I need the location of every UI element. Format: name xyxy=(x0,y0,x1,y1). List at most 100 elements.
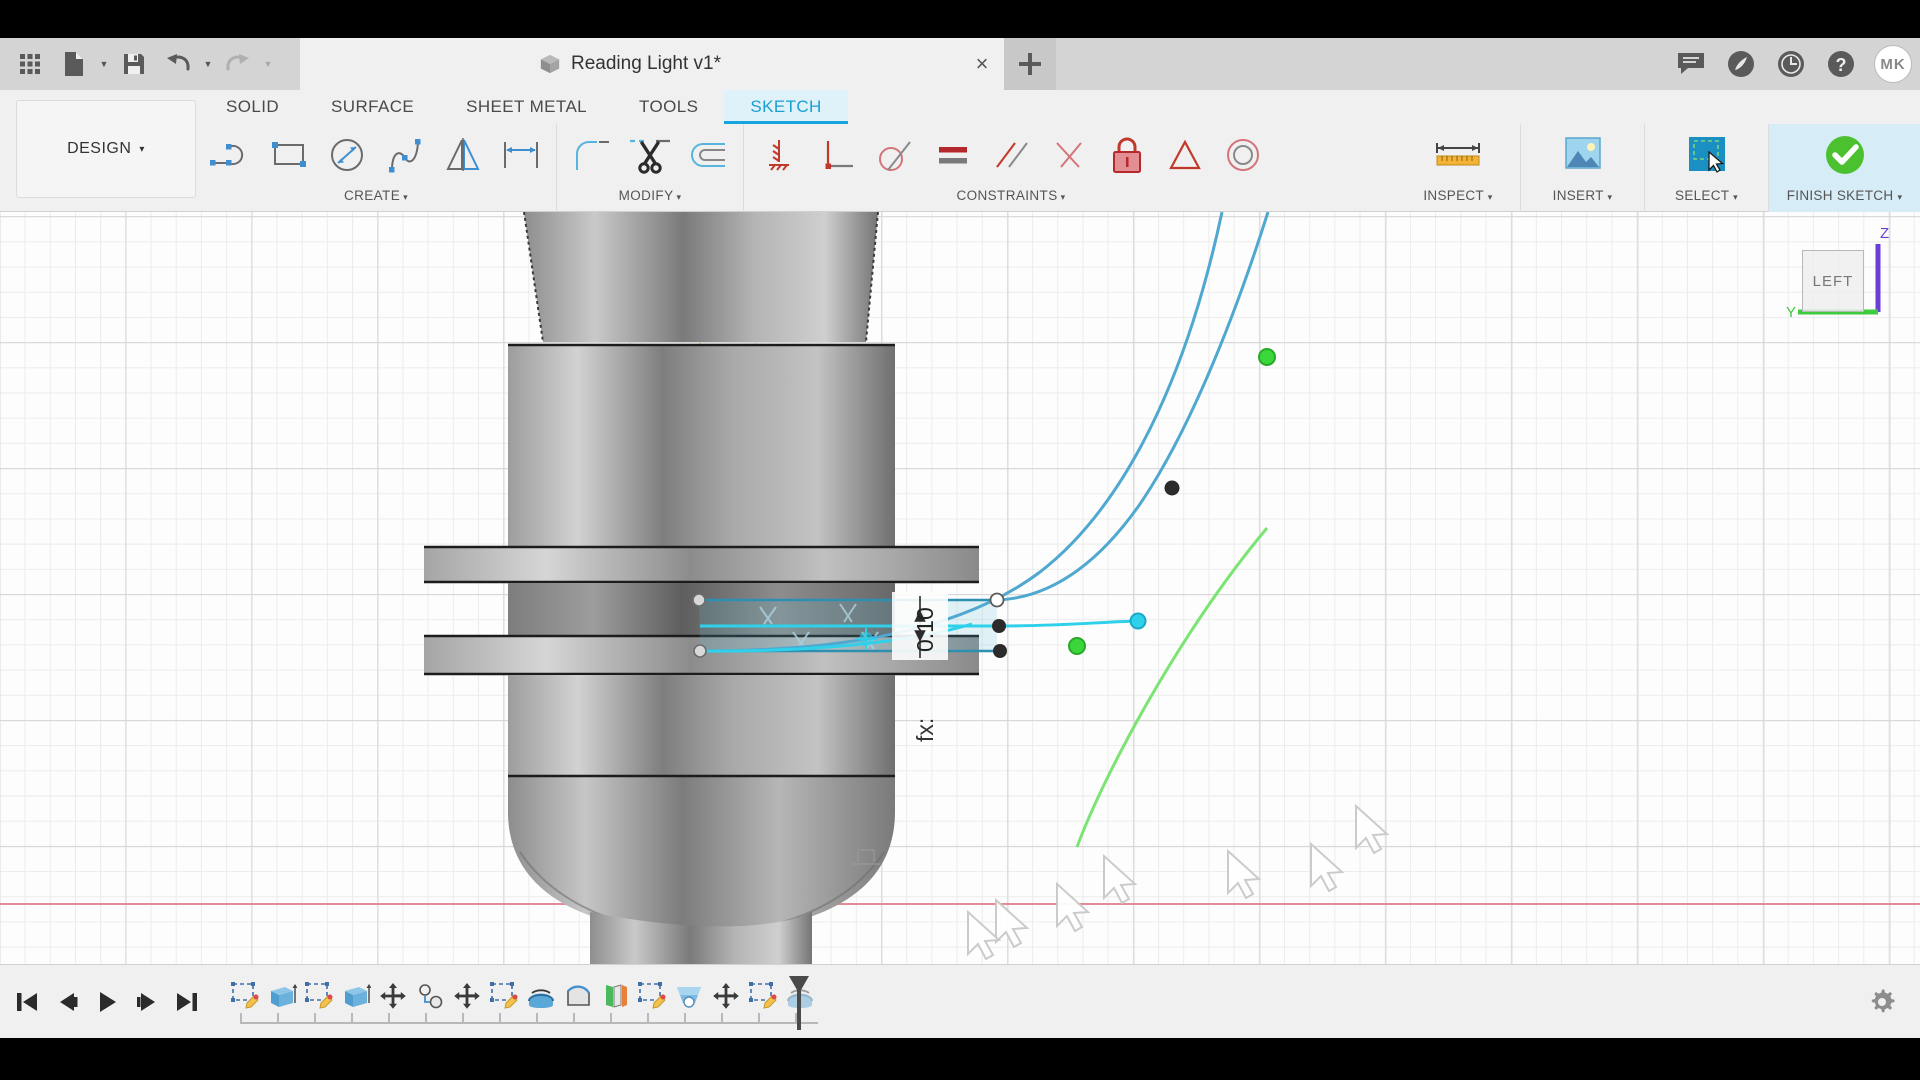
equal-constraint[interactable] xyxy=(924,126,982,184)
modify-group-label[interactable]: MODIFY▾ xyxy=(563,186,737,212)
create-label-text: CREATE xyxy=(344,188,400,203)
midpoint-icon xyxy=(1045,134,1093,176)
extension-icon xyxy=(1726,49,1756,79)
go-to-beginning-button[interactable] xyxy=(8,980,46,1024)
chevron-down-icon: ▾ xyxy=(1608,192,1613,202)
user-avatar[interactable]: MK xyxy=(1874,45,1912,83)
timeline-sketch-3[interactable] xyxy=(485,979,522,1025)
timeline-sketch-2[interactable] xyxy=(300,979,337,1025)
extensions-button[interactable] xyxy=(1716,38,1766,90)
redo-button[interactable] xyxy=(216,42,260,86)
select-button[interactable]: SELECT ▾ xyxy=(1644,124,1768,212)
timeline-revolve-1[interactable] xyxy=(522,979,559,1025)
tab-sketch[interactable]: SKETCH xyxy=(724,90,847,124)
line-tool[interactable] xyxy=(202,126,260,184)
redo-menu-caret[interactable]: ▼ xyxy=(260,42,276,86)
step-forward-button[interactable] xyxy=(128,980,166,1024)
constraints-group-label[interactable]: CONSTRAINTS▾ xyxy=(750,186,1272,212)
create-tool-row xyxy=(202,124,550,186)
perpendicular-constraint[interactable] xyxy=(808,126,866,184)
timeline-move-3[interactable] xyxy=(707,979,744,1025)
timeline-bar xyxy=(0,964,1920,1038)
help-button[interactable]: ? xyxy=(1816,38,1866,90)
timeline-settings-button[interactable] xyxy=(1862,982,1902,1022)
undo-menu-caret[interactable]: ▼ xyxy=(200,42,216,86)
tangent-icon xyxy=(870,134,920,176)
timeline-sketch-5[interactable] xyxy=(744,979,781,1025)
file-menu-caret[interactable]: ▼ xyxy=(96,42,112,86)
viewport-canvas[interactable]: -0.5 -1 -1.5 -2 -2.5 0.10 fx: Z Y LEFT xyxy=(0,212,1920,964)
fillet-tool[interactable] xyxy=(563,126,621,184)
concentric-constraint[interactable] xyxy=(1214,126,1272,184)
extrude-feature-icon xyxy=(267,981,297,1011)
spline-tool[interactable] xyxy=(376,126,434,184)
new-document-tab-button[interactable] xyxy=(1004,38,1056,90)
close-icon: × xyxy=(976,51,989,77)
timeline-move-2[interactable] xyxy=(448,979,485,1025)
concentric-icon xyxy=(1219,134,1267,176)
timeline-appearance-1[interactable] xyxy=(596,979,633,1025)
timeline-extrude-2[interactable] xyxy=(337,979,374,1025)
chevron-down-icon: ▾ xyxy=(676,192,681,202)
view-cube-face-label: LEFT xyxy=(1813,273,1854,290)
timeline-loft-1[interactable] xyxy=(559,979,596,1025)
finish-sketch-button[interactable]: FINISH SKETCH ▾ xyxy=(1768,124,1920,212)
dimension-tool[interactable] xyxy=(492,126,550,184)
offset-tool[interactable] xyxy=(679,126,737,184)
rectangle-tool[interactable] xyxy=(260,126,318,184)
play-button[interactable] xyxy=(88,980,126,1024)
chevron-down-icon: ▾ xyxy=(139,144,145,155)
symmetry-triangle-icon xyxy=(1161,134,1209,176)
coincident-icon xyxy=(755,134,803,176)
recent-button[interactable] xyxy=(1766,38,1816,90)
document-tab-title: Reading Light v1* xyxy=(571,53,721,75)
timeline-playhead[interactable] xyxy=(786,974,808,1030)
create-group-label[interactable]: CREATE▾ xyxy=(202,186,550,212)
tangent-constraint[interactable] xyxy=(866,126,924,184)
tab-sheet-metal[interactable]: SHEET METAL xyxy=(440,90,613,124)
top-letterbox xyxy=(0,0,1920,38)
select-label: SELECT ▾ xyxy=(1675,186,1738,212)
go-to-end-button[interactable] xyxy=(168,980,206,1024)
inspect-icon-wrap xyxy=(1429,124,1487,186)
workspace-switcher[interactable]: DESIGN ▾ xyxy=(16,100,196,198)
mirror-tool[interactable] xyxy=(434,126,492,184)
tab-solid[interactable]: SOLID xyxy=(200,90,305,124)
clock-icon xyxy=(1776,49,1806,79)
coincident-constraint[interactable] xyxy=(750,126,808,184)
save-button[interactable] xyxy=(112,42,156,86)
dimension-value[interactable]: 0.10 xyxy=(912,607,939,652)
tab-surface[interactable]: SURFACE xyxy=(305,90,440,124)
timeline-sketch-4[interactable] xyxy=(633,979,670,1025)
view-cube-left-face[interactable]: LEFT xyxy=(1802,250,1864,312)
pattern-feature-icon xyxy=(415,981,445,1011)
undo-button[interactable] xyxy=(156,42,200,86)
app-grid-button[interactable] xyxy=(8,42,52,86)
view-cube[interactable]: Z Y LEFT xyxy=(1780,222,1900,342)
circle-tool[interactable] xyxy=(318,126,376,184)
symmetry-constraint[interactable] xyxy=(1156,126,1214,184)
trim-tool[interactable] xyxy=(621,126,679,184)
tab-tools[interactable]: TOOLS xyxy=(613,90,724,124)
document-tab-close-button[interactable]: × xyxy=(960,38,1004,90)
timeline-pattern-1[interactable] xyxy=(411,979,448,1025)
comment-button[interactable] xyxy=(1666,38,1716,90)
document-tab[interactable]: Reading Light v1* xyxy=(300,38,960,90)
redo-icon xyxy=(224,52,252,76)
fix-constraint[interactable] xyxy=(1098,126,1156,184)
fillet-icon xyxy=(567,134,617,176)
ribbon: DESIGN ▾ SOLID SURFACE SHEET METAL TOOLS… xyxy=(0,90,1920,212)
timeline-sketch-1[interactable] xyxy=(226,979,263,1025)
undo-icon xyxy=(164,52,192,76)
timeline-move-1[interactable] xyxy=(374,979,411,1025)
inspect-button[interactable]: INSPECT ▾ xyxy=(1396,124,1520,212)
timeline-extrude-1[interactable] xyxy=(263,979,300,1025)
ribbon-group-constraints: CONSTRAINTS▾ xyxy=(743,124,1278,212)
insert-button[interactable]: INSERT ▾ xyxy=(1520,124,1644,212)
step-back-button[interactable] xyxy=(48,980,86,1024)
parallel-constraint[interactable] xyxy=(982,126,1040,184)
chevron-down-icon: ▾ xyxy=(1488,192,1493,202)
midpoint-constraint[interactable] xyxy=(1040,126,1098,184)
timeline-shell-1[interactable] xyxy=(670,979,707,1025)
file-button[interactable] xyxy=(52,42,96,86)
